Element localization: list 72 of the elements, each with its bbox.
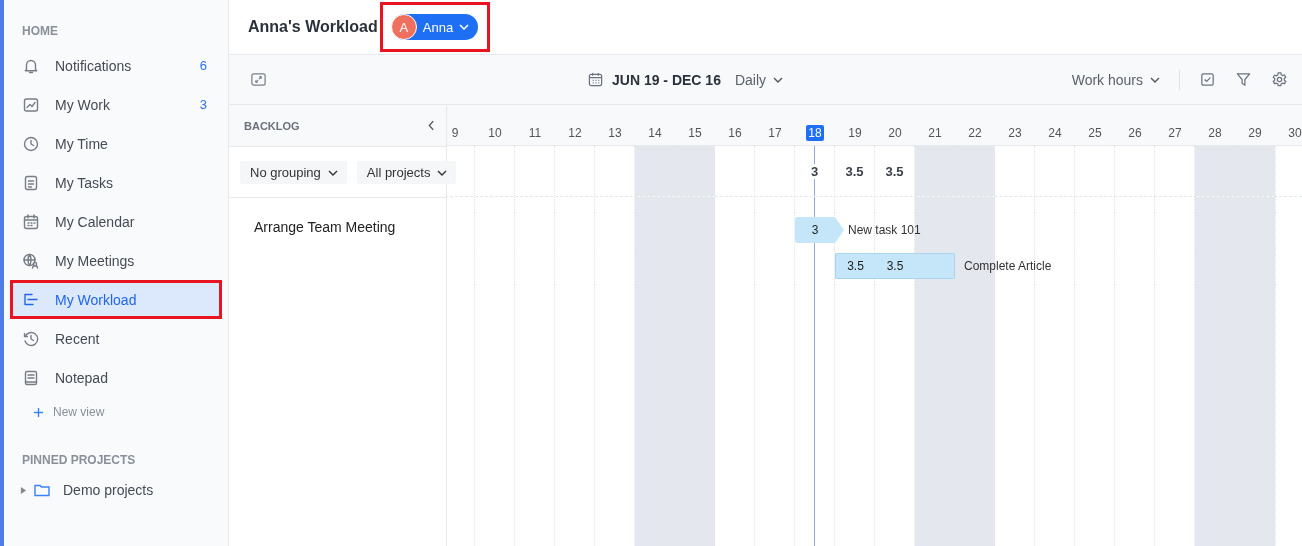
chevron-down-icon (773, 76, 784, 83)
scale-dropdown[interactable]: Daily (734, 71, 784, 88)
checkbox-icon[interactable] (1199, 71, 1216, 88)
backlog-item[interactable]: Arrange Team Meeting (229, 198, 446, 235)
date-range: JUN 19 - DEC 16 (612, 71, 721, 88)
user-selector[interactable]: A Anna (391, 14, 479, 40)
sidebar-item[interactable]: Notepad (13, 361, 219, 394)
chevron-down-icon (459, 24, 470, 30)
globe-person-icon (22, 251, 40, 270)
document-icon (22, 173, 40, 192)
section-title: PINNED PROJECTS (21, 453, 137, 469)
day-label: 13 (607, 125, 623, 141)
sidebar-item[interactable]: My Tasks (13, 166, 219, 199)
count-label: 6 (199, 58, 207, 73)
day-label: 19 (847, 125, 863, 141)
chart-icon (22, 95, 40, 114)
plus-icon (33, 406, 44, 418)
sidebar-item[interactable]: Notifications 6 (13, 49, 219, 82)
sidebar-item[interactable]: My Calendar (13, 205, 219, 238)
avatar: A (390, 14, 417, 40)
day-label: 20 (887, 125, 903, 141)
caret-right-icon[interactable] (20, 486, 27, 494)
day-label: 14 (647, 125, 663, 141)
project-item[interactable]: Demo projects (4, 475, 228, 505)
chevron-down-icon (437, 169, 448, 176)
day-label: 22 (967, 125, 983, 141)
day-label: 26 (1127, 125, 1143, 141)
sidebar-item[interactable]: My Time (13, 127, 219, 160)
day-label: 23 (1007, 125, 1023, 141)
chevron-down-icon (327, 169, 338, 176)
history-icon (22, 329, 40, 348)
sidebar-item[interactable]: Recent (13, 322, 219, 355)
day-label: 25 (1087, 125, 1103, 141)
day-label: 28 (1207, 125, 1223, 141)
chevron-down-icon (1150, 76, 1160, 83)
day-label: 10 (487, 125, 503, 141)
sidebar-item[interactable]: My Work 3 (13, 88, 219, 121)
day-label: 9 (450, 125, 460, 141)
settings-icon[interactable] (1271, 71, 1288, 88)
task-bar[interactable]: 3 (795, 217, 844, 243)
day-label: 12 (567, 125, 583, 141)
day-label: 29 (1247, 125, 1263, 141)
chevron-left-icon[interactable] (428, 120, 435, 131)
filter-icon[interactable] (1235, 71, 1252, 88)
task-name: New task 101 (848, 223, 921, 237)
panel-title: BACKLOG (244, 119, 300, 132)
day-label: 15 (687, 125, 703, 141)
measure-dropdown[interactable]: Work hours (1071, 71, 1160, 88)
day-label: 18 (806, 125, 824, 141)
calendar-icon[interactable] (587, 71, 604, 88)
section-title: HOME (21, 24, 59, 40)
task-name: Complete Article (964, 259, 1052, 273)
task-bar[interactable]: 3.5 (875, 253, 915, 279)
day-label: 17 (767, 125, 783, 141)
task-bar[interactable]: 3.5 (835, 253, 875, 279)
day-label: 11 (527, 125, 543, 141)
day-label: 27 (1167, 125, 1183, 141)
count-label: 3 (199, 97, 207, 112)
day-total: 3 (810, 163, 819, 179)
expand-icon[interactable] (250, 71, 267, 88)
day-label: 16 (727, 125, 743, 141)
sidebar-item[interactable]: My Workload (13, 283, 219, 316)
notebook-icon (22, 368, 40, 387)
day-label: 24 (1047, 125, 1063, 141)
calendar-icon (22, 212, 40, 231)
day-label: 30 (1287, 125, 1302, 141)
page-title: Anna's Workload (248, 18, 378, 36)
filter-dropdown[interactable]: All projects (356, 161, 457, 184)
sidebar-item[interactable]: My Meetings (13, 244, 219, 277)
filter-dropdown[interactable]: No grouping (240, 161, 347, 184)
clock-icon (22, 134, 40, 153)
day-label: 21 (927, 125, 943, 141)
